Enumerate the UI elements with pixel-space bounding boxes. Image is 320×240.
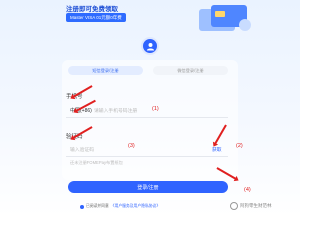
agreement-row: 已阅读并同意 《用户服务及用户隐私协议》	[80, 204, 160, 209]
login-tabs: 短信登录/注册 微信登录/注册	[68, 66, 228, 78]
agreement-checkbox[interactable]	[80, 204, 84, 209]
banner-title: 注册即可免费领取	[66, 6, 118, 13]
phone-divider	[66, 117, 228, 118]
watermark-text: 阿狗零生财范林	[240, 203, 272, 208]
register-hint: 还未注册FOMEPay布置纸包	[70, 160, 123, 165]
tab-sms-login[interactable]: 短信登录/注册	[68, 66, 143, 75]
watermark: 阿狗零生财范林	[230, 202, 272, 210]
login-register-button[interactable]: 登录/注册	[68, 181, 228, 193]
avatar	[141, 37, 159, 55]
code-input[interactable]: 输入验证码	[70, 146, 94, 153]
annotation-3: (3)	[128, 143, 135, 149]
page: 注册即可免费领取 Master VISA 01元额0年费 短信登录/注册 微信登…	[0, 0, 300, 216]
wechat-account-icon	[230, 202, 238, 210]
banner-badge: Master VISA 01元额0年费	[66, 13, 126, 22]
code-divider	[66, 156, 228, 157]
user-icon	[146, 42, 154, 51]
agreement-prefix: 已阅读并同意	[86, 204, 109, 208]
card-illustration-icon	[199, 5, 251, 31]
annotation-2: (2)	[236, 143, 243, 149]
annotation-4: (4)	[244, 187, 251, 193]
annotation-1: (1)	[152, 106, 159, 112]
promo-banner: 注册即可免费领取 Master VISA 01元额0年费	[0, 0, 300, 38]
phone-input[interactable]: 请输入手机号码注册	[94, 107, 137, 114]
tab-wechat-login[interactable]: 微信登录/注册	[153, 66, 228, 75]
agreement-link[interactable]: 《用户服务及用户隐私协议》	[111, 204, 160, 209]
